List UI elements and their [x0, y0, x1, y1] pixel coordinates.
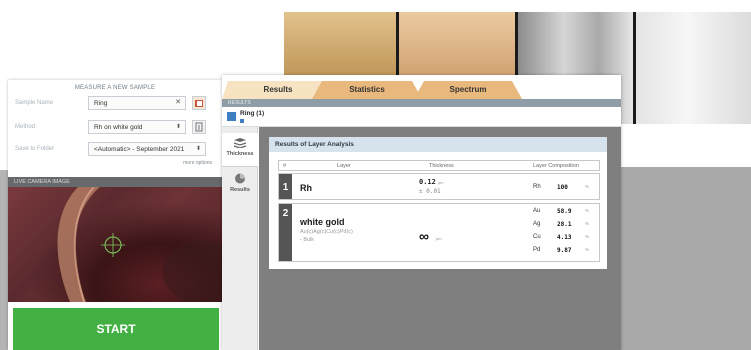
- layer-bulk-note: - Bulk: [300, 237, 315, 243]
- tab-statistics-label: Statistics: [349, 85, 385, 94]
- results-window: Results Statistics Spectrum RESULTS Ring…: [222, 75, 621, 350]
- measure-heading: MEASURE A NEW SAMPLE: [74, 85, 156, 91]
- composition-row: Cu 4.13 %: [533, 234, 597, 244]
- live-camera-image: [8, 187, 222, 302]
- sample-tab-bar: Ring (1): [222, 107, 621, 127]
- layer-name: white gold: [300, 217, 345, 227]
- sample-name-label: Sample Name: [15, 100, 54, 106]
- composition-row: Pd 9.87 %: [533, 247, 597, 257]
- element-symbol: Pd: [533, 247, 541, 253]
- element-symbol: Rh: [533, 184, 541, 190]
- method-select[interactable]: Rh on white gold ⬍: [88, 120, 186, 134]
- save-folder-row: Save to Folder <Automatic> - September 2…: [8, 142, 222, 160]
- edit-icon: [195, 122, 203, 132]
- sample-status-dot: [240, 119, 244, 123]
- element-unit: %: [585, 234, 590, 239]
- start-button[interactable]: START: [13, 308, 219, 350]
- thickness-unit: µm: [436, 236, 442, 241]
- nav-results[interactable]: Results: [222, 169, 258, 203]
- table-row[interactable]: 1 Rh 0.12 µm ± 0.01 Rh 100 %: [278, 173, 600, 200]
- composition-row: Au 58.9 %: [533, 208, 597, 218]
- camera-label: LIVE CAMERA IMAGE: [8, 177, 222, 187]
- method-row: Method Rh on white gold ⬍: [8, 120, 222, 138]
- background-gray-block: [620, 167, 751, 350]
- save-folder-select[interactable]: <Automatic> - September 2021 ⬍: [88, 142, 206, 156]
- col-num: #: [283, 163, 287, 169]
- table-header: # Layer Thickness Layer Composition: [278, 160, 600, 171]
- sample-tab-label[interactable]: Ring (1): [240, 110, 264, 117]
- pie-chart-icon: [235, 173, 245, 184]
- content-area: Results of Layer Analysis # Layer Thickn…: [259, 127, 621, 350]
- element-symbol: Ag: [533, 221, 541, 227]
- save-folder-label: Save to Folder: [15, 146, 55, 152]
- nav-thickness-label: Thickness: [226, 151, 254, 157]
- col-composition: Layer Composition: [533, 163, 579, 169]
- measure-panel: MEASURE A NEW SAMPLE Sample Name Ring ✕ …: [8, 80, 222, 350]
- method-label: Method: [15, 124, 36, 130]
- col-layer: Layer: [337, 163, 351, 169]
- browse-sample-button[interactable]: [192, 96, 206, 110]
- sample-name-row: Sample Name Ring ✕: [8, 96, 222, 114]
- camera-view-graphic: [57, 187, 222, 302]
- tab-statistics[interactable]: Statistics: [312, 81, 422, 99]
- tab-spectrum[interactable]: Spectrum: [414, 81, 522, 99]
- side-nav: Thickness Results: [222, 127, 258, 350]
- method-value: Rh on white gold: [94, 124, 143, 131]
- element-value: 100: [557, 184, 568, 191]
- layer-name: Rh: [300, 183, 312, 193]
- layer-formula: Au(c)Ag(c)Cu(c)Pd(c): [300, 229, 353, 235]
- clear-icon[interactable]: ✕: [175, 98, 181, 106]
- element-unit: %: [585, 221, 590, 226]
- tab-spectrum-label: Spectrum: [449, 85, 487, 94]
- layer-thickness: 0.12 µm: [419, 178, 444, 186]
- tab-strip: Results Statistics Spectrum: [222, 81, 621, 99]
- element-unit: %: [585, 247, 590, 252]
- save-folder-value: <Automatic> - September 2021: [94, 146, 185, 153]
- white-metal-swatch: [636, 12, 751, 124]
- layers-icon: [233, 138, 247, 148]
- element-unit: %: [585, 208, 590, 213]
- analysis-title: Results of Layer Analysis: [269, 137, 607, 152]
- table-row[interactable]: 2 white gold Au(c)Ag(c)Cu(c)Pd(c) - Bulk…: [278, 203, 600, 262]
- element-value: 4.13: [557, 234, 572, 241]
- layer-thickness: ∞: [419, 228, 429, 244]
- layer-deviation: ± 0.01: [419, 188, 441, 195]
- layer-analysis-card: Results of Layer Analysis # Layer Thickn…: [269, 137, 607, 269]
- element-value: 58.9: [557, 208, 572, 215]
- select-arrows-icon: ⬍: [175, 124, 181, 130]
- more-options-link[interactable]: more options: [183, 160, 212, 166]
- element-unit: %: [585, 184, 590, 189]
- sample-name-value: Ring: [94, 100, 108, 107]
- background-gray-strip: [0, 170, 8, 350]
- col-thickness: Thickness: [429, 163, 454, 169]
- layer-number: 2: [279, 204, 292, 261]
- results-header: RESULTS: [222, 99, 621, 107]
- sample-name-input[interactable]: Ring ✕: [88, 96, 186, 110]
- element-value: 28.1: [557, 221, 572, 228]
- sample-icon[interactable]: [227, 112, 236, 121]
- element-symbol: Cu: [533, 234, 541, 240]
- composition-row: Ag 28.1 %: [533, 221, 597, 231]
- nav-thickness[interactable]: Thickness: [222, 133, 258, 167]
- layer-number: 1: [279, 174, 292, 199]
- element-symbol: Au: [533, 208, 541, 214]
- nav-results-label: Results: [230, 187, 250, 193]
- folder-icon: [195, 100, 203, 107]
- edit-method-button[interactable]: [192, 120, 206, 134]
- element-value: 9.87: [557, 247, 572, 254]
- select-arrows-icon: ⬍: [195, 146, 201, 152]
- composition-row: Rh 100 %: [533, 184, 597, 194]
